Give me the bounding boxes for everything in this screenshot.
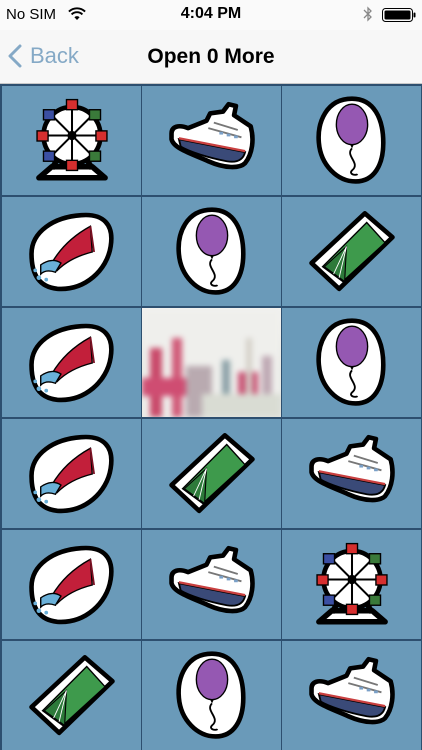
tent-icon	[166, 428, 258, 520]
back-button[interactable]: Back	[8, 38, 79, 74]
tent-icon	[306, 206, 398, 298]
water-slide-card[interactable]	[2, 419, 141, 528]
tent-icon	[26, 650, 118, 742]
boat-icon	[166, 539, 258, 631]
bluetooth-icon	[363, 6, 372, 22]
balloon-card[interactable]	[142, 197, 281, 306]
boat-icon	[306, 650, 398, 742]
playground-photo	[142, 308, 281, 417]
water-slide-icon	[26, 206, 118, 298]
water-slide-icon	[26, 428, 118, 520]
ferris-wheel-icon	[26, 95, 118, 187]
battery-icon	[382, 8, 416, 22]
memory-card-grid	[0, 84, 422, 750]
status-bar: No SIM 4:04 PM	[0, 0, 422, 30]
balloon-card[interactable]	[142, 641, 281, 750]
water-slide-card[interactable]	[2, 197, 141, 306]
water-slide-icon	[26, 317, 118, 409]
boat-icon	[166, 95, 258, 187]
navigation-bar: Back Open 0 More	[0, 30, 422, 84]
back-label: Back	[30, 43, 79, 68]
ferris-wheel-card[interactable]	[2, 86, 141, 195]
balloon-icon	[306, 317, 398, 409]
boat-card[interactable]	[282, 641, 421, 750]
tent-card[interactable]	[282, 197, 421, 306]
revealed-photo-card[interactable]	[142, 308, 281, 417]
balloon-icon	[306, 95, 398, 187]
status-time: 4:04 PM	[180, 5, 242, 22]
water-slide-card[interactable]	[2, 530, 141, 639]
balloon-icon	[166, 206, 258, 298]
boat-icon	[306, 428, 398, 520]
tent-card[interactable]	[142, 419, 281, 528]
balloon-icon	[166, 650, 258, 742]
water-slide-card[interactable]	[2, 308, 141, 417]
boat-card[interactable]	[142, 86, 281, 195]
balloon-card[interactable]	[282, 308, 421, 417]
chevron-left-icon	[8, 44, 22, 68]
tent-card[interactable]	[2, 641, 141, 750]
boat-card[interactable]	[282, 419, 421, 528]
ferris-wheel-icon	[306, 539, 398, 631]
boat-card[interactable]	[142, 530, 281, 639]
water-slide-icon	[26, 539, 118, 631]
balloon-card[interactable]	[282, 86, 421, 195]
ferris-wheel-card[interactable]	[282, 530, 421, 639]
